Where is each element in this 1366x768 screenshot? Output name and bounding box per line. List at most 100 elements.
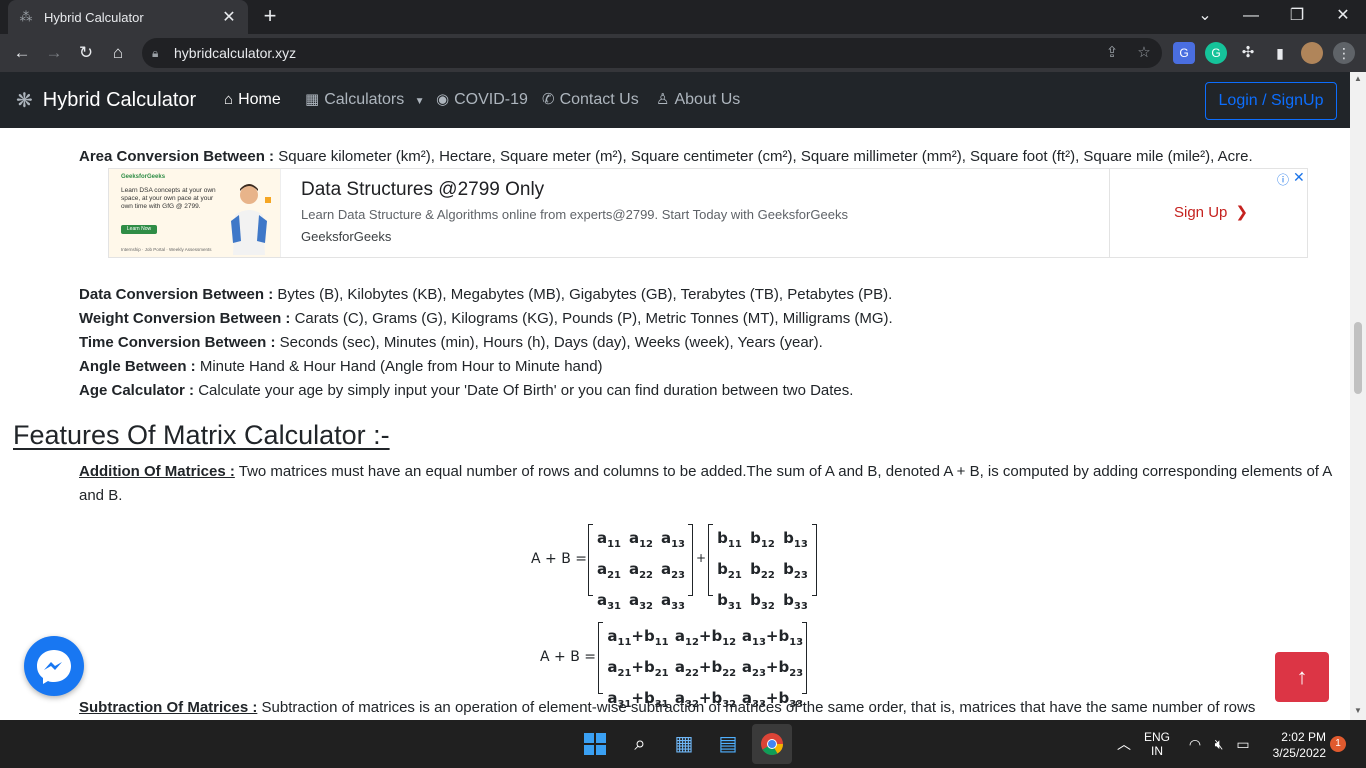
matrix-cell: a12+b12 [674, 627, 737, 648]
area-conversion-text: Square kilometer (km²), Hectare, Square … [274, 148, 1253, 165]
page-scrollbar[interactable]: ▲ ▼ [1350, 72, 1366, 720]
scrollbar-thumb[interactable] [1354, 322, 1362, 394]
equation1-plus: + [696, 551, 707, 565]
address-bar[interactable]: 🔒︎ hybridcalculator.xyz ⇪ ☆ [142, 38, 1162, 68]
nav-calculators-dropdown[interactable]: ▦ Calculators ▼ [305, 72, 425, 128]
input-language[interactable]: ENG IN [1140, 720, 1174, 768]
restore-icon[interactable]: ❐ [1274, 0, 1320, 34]
advertisement-banner[interactable]: GeeksforGeeks Learn DSA concepts at your… [108, 168, 1308, 258]
matrix-sum-right-bracket [802, 622, 807, 694]
ad-divider [1109, 169, 1110, 257]
matrix-features-heading: Features Of Matrix Calculator :- [13, 420, 390, 450]
login-signup-button[interactable]: Login / SignUp [1205, 82, 1337, 120]
caret-down-icon: ▼ [414, 96, 425, 107]
grammarly-extension-icon[interactable]: G [1205, 42, 1227, 64]
side-panel-icon[interactable]: ▮ [1269, 42, 1291, 64]
site-brand[interactable]: ❋ Hybrid Calculator [16, 72, 196, 128]
scroll-to-top-button[interactable]: ↑ [1275, 652, 1329, 702]
addition-label: Addition Of Matrices : [79, 463, 235, 480]
lock-icon: 🔒︎ [152, 45, 159, 60]
messenger-chat-button[interactable] [24, 636, 84, 696]
tray-overflow-chevron-icon[interactable]: ︿ [1114, 720, 1134, 768]
reload-icon[interactable]: ↻ [72, 39, 100, 67]
minimize-icon[interactable]: — [1228, 0, 1274, 34]
ad-info-icon[interactable]: ⓘ [1277, 171, 1289, 188]
ad-signup-link[interactable]: Sign Up ❯ [1174, 203, 1248, 221]
matrix-cell: a13+b13 [741, 627, 804, 648]
clock-date: 3/25/2022 [1272, 746, 1326, 760]
matrix-cell: b32 [750, 591, 775, 612]
share-icon[interactable]: ⇪ [1100, 38, 1124, 68]
matrix-cell: a12 [628, 529, 654, 550]
battery-icon[interactable]: ▭ [1232, 720, 1254, 768]
addition-text: Two matrices must have an equal number o… [79, 463, 1332, 504]
matrix-a-right-bracket [688, 524, 693, 596]
subtraction-label: Subtraction Of Matrices : [79, 699, 258, 716]
windows-logo-icon [584, 733, 606, 755]
windows-start-button[interactable] [575, 724, 615, 764]
age-calculator-line: Age Calculator : Calculate your age by s… [79, 382, 853, 399]
chrome-logo-icon [761, 733, 783, 755]
record-icon: ◉ [436, 91, 450, 108]
tab-title: Hybrid Calculator [44, 9, 144, 25]
profile-avatar[interactable] [1301, 42, 1323, 64]
chrome-app-icon[interactable] [752, 724, 792, 764]
url-text: hybridcalculator.xyz [174, 45, 297, 61]
home-icon: ⌂ [224, 91, 234, 108]
notepad-app-icon[interactable]: ▤ [708, 724, 748, 764]
clock[interactable]: 2:02 PM 3/25/2022 [1262, 720, 1326, 768]
menu-dots-icon[interactable]: ⋮ [1333, 42, 1355, 64]
nav-covid[interactable]: ◉ COVID-19 [436, 72, 528, 128]
weight-conversion-label: Weight Conversion Between : [79, 310, 291, 327]
ad-image[interactable]: GeeksforGeeks Learn DSA concepts at your… [109, 169, 281, 257]
close-tab-icon[interactable]: ✕ [220, 7, 238, 27]
calculator-app-icon[interactable]: ▦ [664, 724, 704, 764]
back-icon[interactable]: ← [8, 39, 36, 67]
ad-close-icon[interactable]: ✕ [1293, 169, 1305, 186]
arrow-up-icon: ↑ [1296, 664, 1308, 689]
chevron-right-icon: ❯ [1235, 204, 1249, 221]
region-code: IN [1151, 744, 1163, 758]
matrix-cell: b23 [783, 560, 808, 581]
matrix-cell: a23+b23 [741, 658, 804, 679]
ad-title[interactable]: Data Structures @2799 Only [301, 179, 544, 201]
matrix-cell: a31 [596, 591, 622, 612]
nav-calculators-label: Calculators [324, 91, 405, 108]
ad-image-button: Learn Now [121, 225, 157, 234]
equation1-label: A + B = [531, 551, 587, 567]
scroll-up-arrow-icon[interactable]: ▲ [1350, 72, 1366, 86]
search-icon[interactable]: ⌕ [620, 724, 660, 764]
nav-home[interactable]: ⌂ Home [224, 72, 281, 128]
matrix-cell: a22 [628, 560, 654, 581]
ad-cta-label: Sign Up [1174, 204, 1228, 221]
matrix-b-right-bracket [812, 524, 817, 596]
nav-about[interactable]: ♙ About Us [656, 72, 740, 128]
browser-tab[interactable]: ⁂ Hybrid Calculator ✕ [8, 0, 248, 34]
person-icon: ♙ [656, 91, 670, 108]
home-button-icon[interactable]: ⌂ [104, 39, 132, 67]
area-conversion-label: Area Conversion Between : [79, 148, 275, 165]
matrix-sum-left-bracket [598, 622, 603, 694]
nav-covid-label: COVID-19 [454, 91, 528, 108]
volume-muted-icon[interactable]: 🔇︎ [1208, 720, 1230, 768]
bookmark-star-icon[interactable]: ☆ [1132, 38, 1156, 68]
nav-contact-label: Contact Us [559, 91, 639, 108]
data-conversion-line: Data Conversion Between : Bytes (B), Kil… [79, 286, 892, 303]
messenger-icon [37, 650, 71, 684]
angle-label: Angle Between : [79, 358, 196, 375]
browser-toolbar: ← → ↻ ⌂ 🔒︎ hybridcalculator.xyz ⇪ ☆ G G … [0, 34, 1366, 72]
notification-badge[interactable]: 1 [1330, 736, 1346, 752]
extensions-puzzle-icon[interactable]: ✣ [1237, 42, 1259, 64]
forward-icon[interactable]: → [40, 39, 68, 67]
new-tab-icon[interactable]: + [258, 4, 282, 28]
matrix-cell: b21 [717, 560, 742, 581]
wifi-icon[interactable]: ◠ [1184, 720, 1206, 768]
calculator-icon: ▦ [305, 91, 320, 108]
scroll-down-arrow-icon[interactable]: ▼ [1350, 704, 1366, 718]
data-conversion-label: Data Conversion Between : [79, 286, 274, 303]
tab-search-icon[interactable]: ⌄ [1182, 0, 1228, 34]
browser-tabstrip: ⁂ Hybrid Calculator ✕ + ⌄ — ❐ ✕ [0, 0, 1366, 34]
nav-contact[interactable]: ✆ Contact Us [542, 72, 639, 128]
translate-extension-icon[interactable]: G [1173, 42, 1195, 64]
close-window-icon[interactable]: ✕ [1320, 0, 1366, 34]
